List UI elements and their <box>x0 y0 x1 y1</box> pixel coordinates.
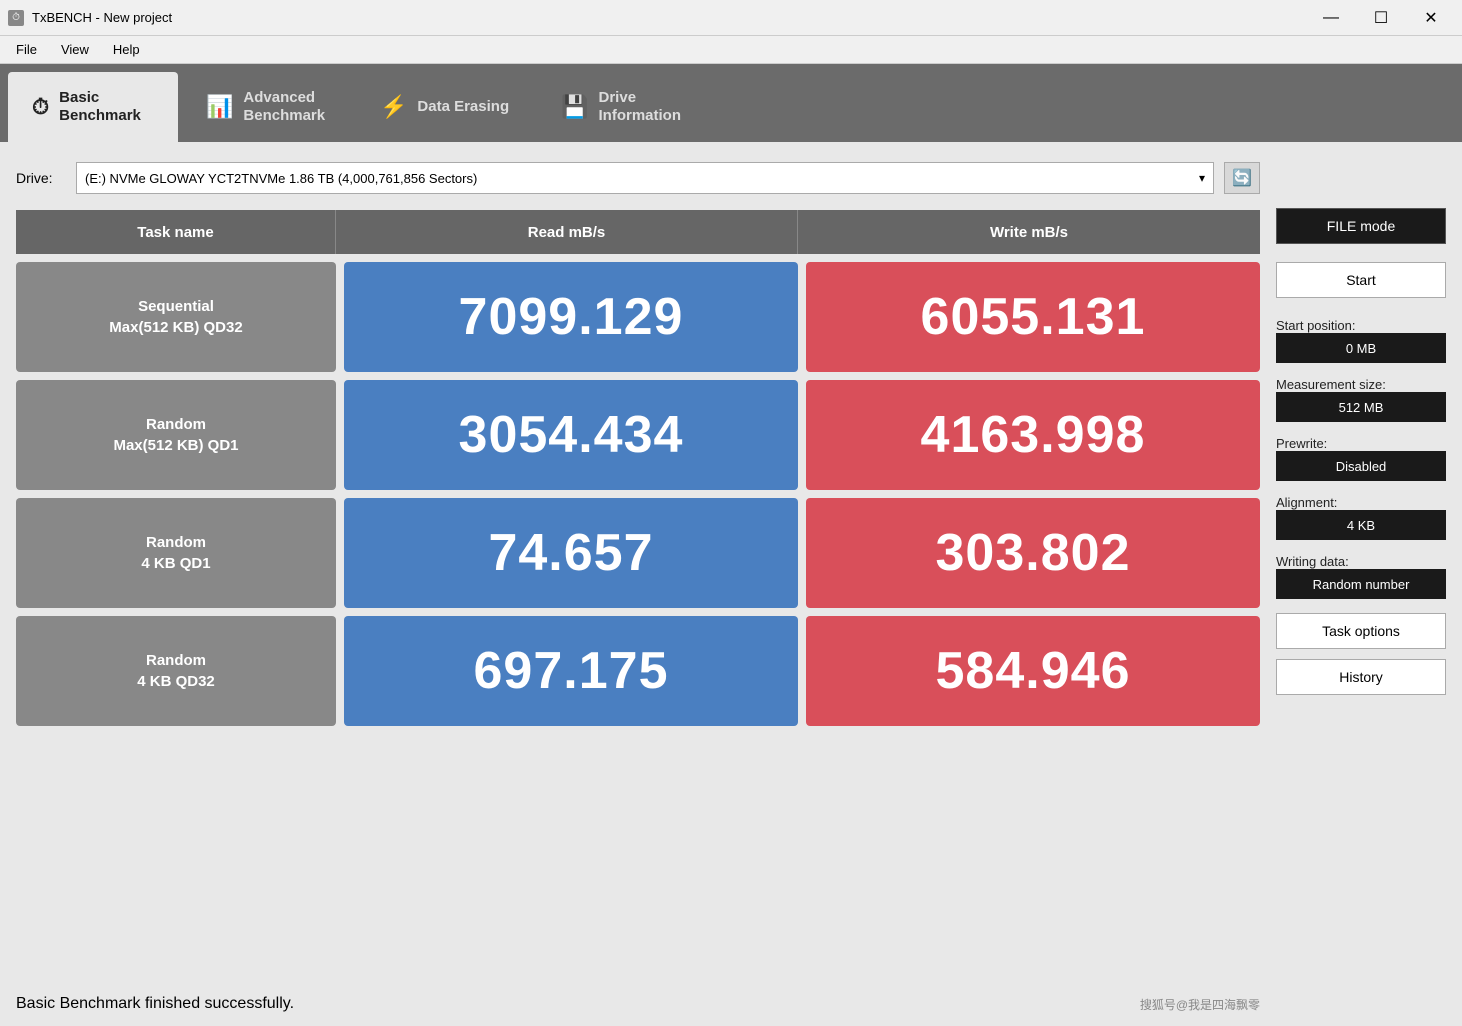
advanced-benchmark-label: AdvancedBenchmark <box>243 89 325 125</box>
basic-benchmark-icon: ⏱ <box>32 94 49 120</box>
writing-data-value: Random number <box>1276 569 1446 599</box>
status-message: Basic Benchmark finished successfully. <box>16 995 294 1013</box>
title-bar: ⏱ TxBENCH - New project — ☐ ✕ <box>0 0 1462 36</box>
menu-view[interactable]: View <box>49 38 101 61</box>
close-button[interactable]: ✕ <box>1408 3 1454 33</box>
watermark: 搜狐号@我是四海飘零 <box>1140 996 1260 1013</box>
write-value-random-512kb: 4163.998 <box>806 380 1260 490</box>
window-controls: — ☐ ✕ <box>1308 3 1454 33</box>
read-value-random-4kb-qd1: 74.657 <box>344 498 798 608</box>
benchmark-rows: SequentialMax(512 KB) QD32 7099.129 6055… <box>16 262 1260 978</box>
window-title: TxBENCH - New project <box>32 10 172 25</box>
header-write: Write mB/s <box>798 210 1260 254</box>
task-name-random-512kb: RandomMax(512 KB) QD1 <box>16 380 336 490</box>
table-row: RandomMax(512 KB) QD1 3054.434 4163.998 <box>16 380 1260 490</box>
table-row: Random4 KB QD1 74.657 303.802 <box>16 498 1260 608</box>
write-value-sequential: 6055.131 <box>806 262 1260 372</box>
alignment-label: Alignment: <box>1276 495 1446 510</box>
drive-select[interactable]: (E:) NVMe GLOWAY YCT2TNVMe 1.86 TB (4,00… <box>76 162 1214 194</box>
maximize-button[interactable]: ☐ <box>1358 3 1404 33</box>
tab-drive-information[interactable]: 💾 DriveInformation <box>537 72 707 142</box>
left-panel: Drive: (E:) NVMe GLOWAY YCT2TNVMe 1.86 T… <box>16 158 1260 1018</box>
read-value-random-512kb: 3054.434 <box>344 380 798 490</box>
header-task-name: Task name <box>16 210 336 254</box>
tab-basic-benchmark[interactable]: ⏱ BasicBenchmark <box>8 72 178 142</box>
table-row: Random4 KB QD32 697.175 584.946 <box>16 616 1260 726</box>
data-erasing-icon: ⚡ <box>380 94 407 120</box>
prewrite-label: Prewrite: <box>1276 436 1446 451</box>
benchmark-table: Task name Read mB/s Write mB/s Sequentia… <box>16 210 1260 978</box>
menu-help[interactable]: Help <box>101 38 152 61</box>
menu-file[interactable]: File <box>4 38 49 61</box>
task-options-button[interactable]: Task options <box>1276 613 1446 649</box>
task-name-sequential: SequentialMax(512 KB) QD32 <box>16 262 336 372</box>
dropdown-arrow-icon: ▾ <box>1199 171 1205 185</box>
task-name-random-4kb-qd1: Random4 KB QD1 <box>16 498 336 608</box>
measurement-size-label: Measurement size: <box>1276 377 1446 392</box>
measurement-size-value: 512 MB <box>1276 392 1446 422</box>
app-icon: ⏱ <box>8 10 24 26</box>
drive-refresh-button[interactable]: 🔄 <box>1224 162 1260 194</box>
menu-bar: File View Help <box>0 36 1462 64</box>
drive-row: Drive: (E:) NVMe GLOWAY YCT2TNVMe 1.86 T… <box>16 158 1260 198</box>
data-erasing-label: Data Erasing <box>417 98 509 116</box>
table-header: Task name Read mB/s Write mB/s <box>16 210 1260 254</box>
start-position-value: 0 MB <box>1276 333 1446 363</box>
tab-advanced-benchmark[interactable]: 📊 AdvancedBenchmark <box>182 72 352 142</box>
table-row: SequentialMax(512 KB) QD32 7099.129 6055… <box>16 262 1260 372</box>
write-value-random-4kb-qd32: 584.946 <box>806 616 1260 726</box>
start-position-label: Start position: <box>1276 318 1446 333</box>
right-panel: FILE mode Start Start position: 0 MB Mea… <box>1276 158 1446 1018</box>
header-read: Read mB/s <box>336 210 798 254</box>
minimize-button[interactable]: — <box>1308 3 1354 33</box>
writing-data-label: Writing data: <box>1276 554 1446 569</box>
basic-benchmark-label: BasicBenchmark <box>59 89 141 125</box>
history-button[interactable]: History <box>1276 659 1446 695</box>
file-mode-button[interactable]: FILE mode <box>1276 208 1446 244</box>
drive-information-icon: 💾 <box>561 94 588 120</box>
title-bar-left: ⏱ TxBENCH - New project <box>8 10 172 26</box>
drive-information-label: DriveInformation <box>599 89 682 125</box>
tab-data-erasing[interactable]: ⚡ Data Erasing <box>356 72 533 142</box>
drive-label: Drive: <box>16 170 66 186</box>
read-value-random-4kb-qd32: 697.175 <box>344 616 798 726</box>
main-content: Drive: (E:) NVMe GLOWAY YCT2TNVMe 1.86 T… <box>0 142 1462 1026</box>
drive-select-value: (E:) NVMe GLOWAY YCT2TNVMe 1.86 TB (4,00… <box>85 171 477 186</box>
read-value-sequential: 7099.129 <box>344 262 798 372</box>
refresh-icon: 🔄 <box>1232 168 1252 188</box>
start-button[interactable]: Start <box>1276 262 1446 298</box>
task-name-random-4kb-qd32: Random4 KB QD32 <box>16 616 336 726</box>
status-bar: Basic Benchmark finished successfully. 搜… <box>16 990 1260 1018</box>
write-value-random-4kb-qd1: 303.802 <box>806 498 1260 608</box>
alignment-value: 4 KB <box>1276 510 1446 540</box>
prewrite-value: Disabled <box>1276 451 1446 481</box>
tab-bar: ⏱ BasicBenchmark 📊 AdvancedBenchmark ⚡ D… <box>0 64 1462 142</box>
advanced-benchmark-icon: 📊 <box>206 94 233 120</box>
